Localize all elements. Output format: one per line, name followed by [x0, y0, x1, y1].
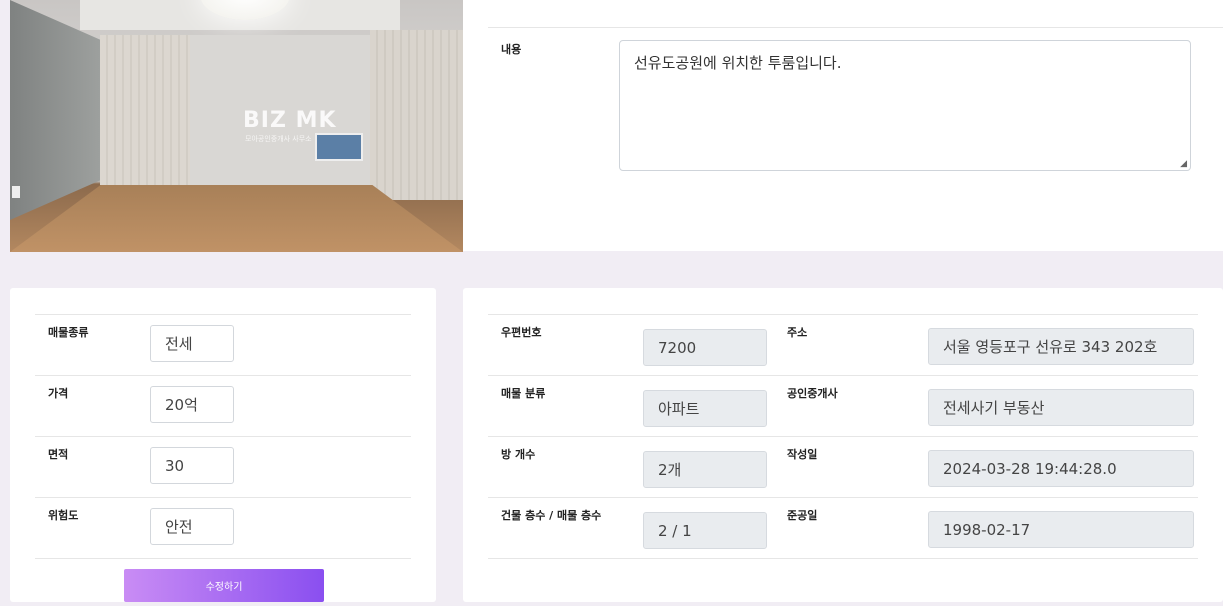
rooms-label: 방 개수 [501, 448, 536, 461]
risk-input[interactable]: 안전 [150, 508, 234, 545]
watermark-subtitle: 모아공인중개사 사무소 [245, 135, 312, 143]
completion-date-field[interactable]: 1998-02-17 [928, 511, 1194, 548]
postcode-field[interactable]: 7200 [643, 329, 767, 366]
category-field[interactable]: 아파트 [643, 390, 767, 427]
price-input[interactable]: 20억 [150, 386, 234, 423]
edit-submit-button[interactable]: 수정하기 [124, 569, 324, 602]
address-field[interactable]: 서울 영등포구 선유로 343 202호 [928, 328, 1194, 365]
category-label: 매물 분류 [501, 387, 546, 400]
listing-photo: BIZ MK 모아공인중개사 사무소 [10, 0, 463, 252]
completion-date-label: 준공일 [787, 509, 818, 522]
address-label: 주소 [787, 326, 808, 339]
risk-label: 위험도 [48, 509, 79, 522]
area-input[interactable]: 30 [150, 447, 234, 484]
floors-field[interactable]: 2 / 1 [643, 512, 767, 549]
type-label: 매물종류 [48, 326, 89, 339]
rooms-field[interactable]: 2개 [643, 451, 767, 488]
content-label: 내용 [501, 43, 522, 56]
area-label: 면적 [48, 448, 69, 461]
agent-field[interactable]: 전세사기 부동산 [928, 389, 1194, 426]
created-date-label: 작성일 [787, 448, 818, 461]
content-textarea[interactable]: 선유도공원에 위치한 투룸입니다. ◢ [619, 40, 1191, 171]
listing-edit-form: 매물종류 전세 가격 20억 면적 30 위험도 안전 수정하기 [10, 288, 436, 602]
content-card: 내용 선유도공원에 위치한 투룸입니다. ◢ [463, 0, 1223, 251]
type-input[interactable]: 전세 [150, 325, 234, 362]
floors-label: 건물 층수 / 매물 층수 [501, 509, 602, 522]
resize-handle-icon[interactable]: ◢ [1180, 159, 1187, 169]
price-label: 가격 [48, 387, 69, 400]
content-text: 선유도공원에 위치한 투룸입니다. [634, 54, 842, 72]
postcode-label: 우편번호 [501, 326, 542, 339]
created-date-field[interactable]: 2024-03-28 19:44:28.0 [928, 450, 1194, 487]
agent-label: 공인중개사 [787, 387, 838, 400]
watermark-title: BIZ MK [243, 108, 337, 133]
listing-details-card: 우편번호 7200 주소 서울 영등포구 선유로 343 202호 매물 분류 … [463, 288, 1223, 602]
